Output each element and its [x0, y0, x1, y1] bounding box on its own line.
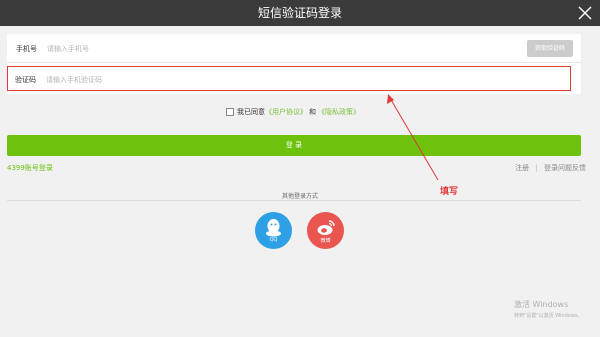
annotation-label: 填写	[440, 187, 459, 197]
watermark-line2: 转到"设置"以激活 Windows。	[514, 313, 583, 319]
watermark-line1: 激活 Windows	[514, 300, 569, 309]
annotation-arrow	[387, 94, 439, 181]
activation-watermark: 激活 Windows 转到"设置"以激活 Windows。	[514, 299, 592, 319]
